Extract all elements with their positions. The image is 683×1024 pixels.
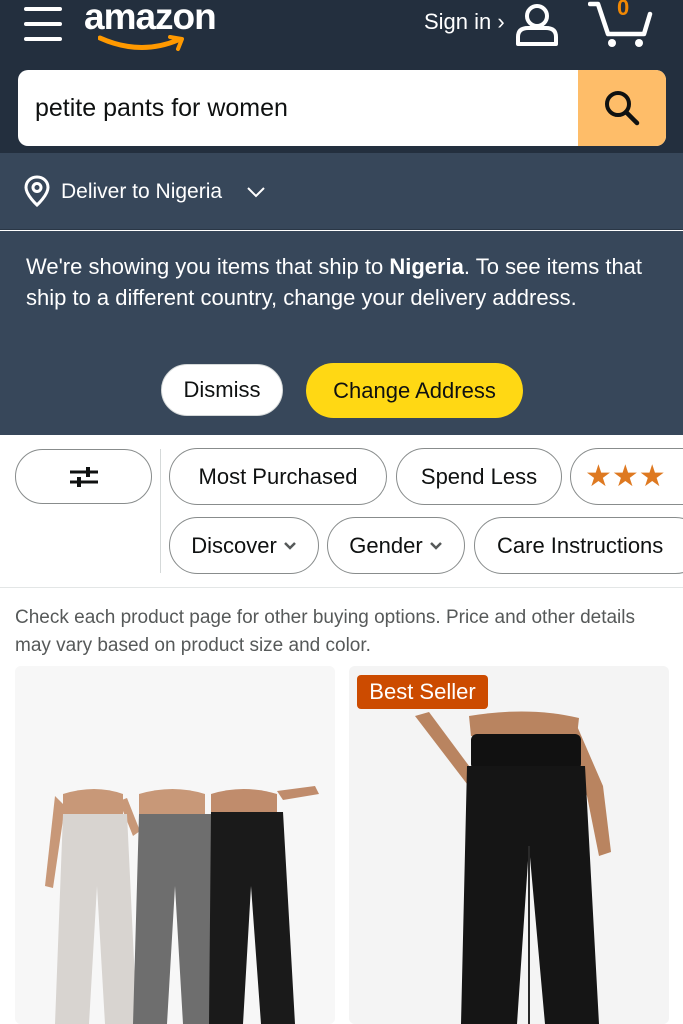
- filter-divider: [160, 449, 161, 573]
- deliver-to-label: Deliver to Nigeria: [61, 180, 223, 203]
- chip-discover-label: Discover: [191, 532, 277, 558]
- change-address-button[interactable]: Change Address: [306, 363, 523, 418]
- chip-gender-label: Gender: [349, 532, 423, 558]
- search-bar: [18, 70, 666, 146]
- filter-bar: Most Purchased Spend Less ★★★ Discover G…: [0, 435, 683, 588]
- dismiss-button[interactable]: Dismiss: [161, 364, 283, 416]
- product-card[interactable]: [349, 666, 669, 1024]
- search-button[interactable]: [578, 70, 666, 146]
- chip-discover[interactable]: Discover: [169, 517, 319, 574]
- notice-text: We're showing you items that ship to Nig…: [26, 251, 656, 313]
- star-rating-icon: ★★★: [585, 460, 666, 493]
- notice-country: Nigeria: [389, 254, 464, 279]
- chip-care-instructions[interactable]: Care Instructions: [474, 517, 683, 574]
- chevron-down-icon: [247, 187, 265, 198]
- chevron-down-icon: [283, 541, 296, 550]
- filter-button[interactable]: [15, 449, 152, 504]
- search-icon: [605, 91, 640, 126]
- best-seller-badge: Best Seller: [357, 675, 488, 709]
- cart-count: 0: [617, 0, 630, 20]
- filter-sliders-icon: [69, 466, 98, 487]
- hamburger-menu-icon[interactable]: [24, 7, 62, 41]
- chip-gender[interactable]: Gender: [327, 517, 465, 574]
- chip-star-rating[interactable]: ★★★: [570, 448, 683, 505]
- ship-to-notice: We're showing you items that ship to Nig…: [0, 231, 683, 435]
- sign-in-link[interactable]: Sign in ›: [424, 9, 505, 35]
- logo-smile-icon: [98, 35, 184, 51]
- amazon-logo[interactable]: amazon: [84, 0, 224, 58]
- user-icon[interactable]: [514, 3, 560, 47]
- chevron-down-icon: [429, 541, 442, 550]
- deliver-to-bar[interactable]: Deliver to Nigeria: [0, 153, 683, 230]
- chip-most-purchased[interactable]: Most Purchased: [169, 448, 387, 505]
- notice-text-before: We're showing you items that ship to: [26, 254, 390, 279]
- logo-text: amazon: [84, 0, 217, 37]
- search-input[interactable]: [18, 70, 580, 146]
- product-image: [349, 666, 669, 1024]
- results-note: Check each product page for other buying…: [15, 607, 635, 656]
- chip-spend-less[interactable]: Spend Less: [396, 448, 562, 505]
- product-card[interactable]: [15, 666, 335, 1024]
- top-nav: amazon Sign in › 0: [0, 0, 683, 153]
- location-pin-icon: [24, 175, 50, 207]
- product-image: [15, 666, 335, 1024]
